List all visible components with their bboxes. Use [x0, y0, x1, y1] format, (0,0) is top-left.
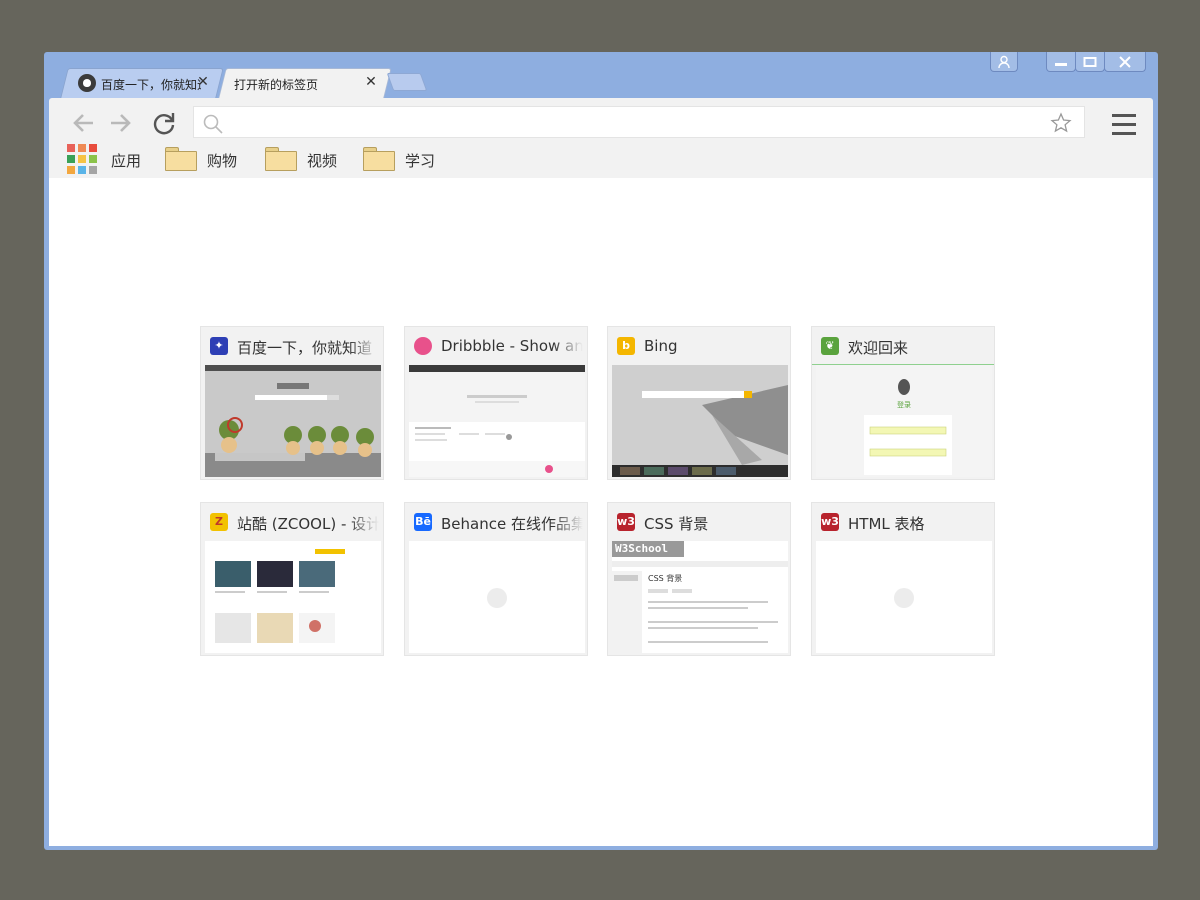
tile-html-table[interactable]: w3 HTML 表格: [811, 502, 995, 656]
hamburger-menu-icon: [1112, 114, 1136, 135]
bookmark-folder-video[interactable]: 视频: [265, 144, 355, 172]
login-link: 登录: [897, 401, 911, 409]
tile-thumbnail: [612, 365, 788, 477]
loading-dot: [487, 588, 507, 608]
tile-header: w3 HTML 表格: [812, 503, 994, 541]
new-tab-button[interactable]: [386, 73, 428, 91]
zcool-icon: Z: [210, 513, 228, 531]
tile-behance[interactable]: Bē Behance 在线作品集: [404, 502, 588, 656]
folder-icon: [165, 147, 197, 171]
address-input[interactable]: [228, 111, 1028, 133]
search-icon: [203, 114, 223, 134]
bing-thumbnail-image: [612, 365, 788, 477]
dribbble-icon: [414, 337, 432, 355]
w3school-icon: w3: [617, 513, 635, 531]
tile-dribbble[interactable]: Dribbble - Show and tell for designers: [404, 326, 588, 480]
address-bar[interactable]: [193, 106, 1085, 138]
tab-title: 打开新的标签页: [234, 78, 319, 92]
tile-header: Z 站酷 (ZCOOL) - 设计师互动平台: [201, 503, 383, 541]
tile-title: HTML 表格: [848, 513, 990, 533]
bookmark-label: 视频: [307, 152, 338, 170]
tile-header: ✦ 百度一下，你就知道: [201, 327, 383, 365]
tile-thumbnail: [816, 541, 992, 653]
w3school-logo: W3School: [615, 542, 668, 555]
browser-window: 百度一下，你就知道 ✕ 打开新的标签页 ✕ 应用 购物 视频 学习 ✦ 百度一下…: [44, 52, 1158, 850]
minimize-icon: [1055, 62, 1067, 66]
forward-button[interactable]: [105, 108, 135, 138]
tile-title: Dribbble - Show and tell for designers: [441, 337, 583, 357]
tile-title: CSS 背景: [644, 513, 786, 533]
folder-icon: [265, 147, 297, 171]
bing-icon: b: [617, 337, 635, 355]
most-visited-tiles: ✦ 百度一下，你就知道 Dribbble - Show an b Bing ❦ …: [200, 326, 1000, 666]
evernote-icon: ❦: [821, 337, 839, 355]
tab-close-icon[interactable]: ✕: [194, 72, 212, 92]
person-icon: [998, 55, 1010, 68]
arrow-right-icon: [111, 114, 131, 132]
dribbble-thumbnail-image: [409, 365, 585, 477]
bookmarks-bar: 应用 购物 视频 学习: [67, 144, 767, 174]
maximize-icon: [1083, 56, 1097, 67]
tab-new-tab[interactable]: 打开新的标签页 ✕: [218, 68, 392, 98]
tile-thumbnail: [205, 541, 381, 653]
tile-title: Bing: [644, 337, 786, 357]
reload-icon: [153, 113, 175, 135]
back-button[interactable]: [69, 108, 99, 138]
tile-title: 站酷 (ZCOOL) - 设计师互动平台: [237, 513, 379, 533]
minimize-button[interactable]: [1046, 52, 1076, 72]
folder-icon: [363, 147, 395, 171]
bookmark-label: 购物: [207, 152, 238, 170]
bookmark-label: 应用: [111, 152, 142, 170]
zcool-thumbnail-image: [205, 541, 381, 653]
tile-title: 欢迎回来: [848, 337, 990, 357]
new-tab-page: ✦ 百度一下，你就知道 Dribbble - Show an b Bing ❦ …: [49, 178, 1153, 846]
apps-grid-icon: [67, 144, 97, 174]
tile-header: ❦ 欢迎回来: [812, 327, 994, 365]
tile-thumbnail: 登录: [816, 365, 992, 477]
browser-toolbar: 应用 购物 视频 学习: [49, 98, 1153, 178]
w3school-icon: w3: [821, 513, 839, 531]
tile-header: w3 CSS 背景: [608, 503, 790, 541]
baidu-thumbnail-image: [205, 365, 381, 477]
tile-bing[interactable]: b Bing: [607, 326, 791, 480]
tile-header: b Bing: [608, 327, 790, 365]
bookmark-folder-shopping[interactable]: 购物: [165, 144, 255, 172]
star-icon[interactable]: [1050, 112, 1072, 134]
tile-title: Behance 在线作品集: [441, 513, 583, 533]
tab-baidu[interactable]: 百度一下，你就知道 ✕: [60, 68, 224, 98]
tab-title: 百度一下，你就知道: [101, 78, 201, 92]
loading-dot: [894, 588, 914, 608]
close-button[interactable]: [1104, 52, 1146, 72]
w3school-thumbnail-image: [612, 541, 788, 653]
tile-header: Dribbble - Show and tell for designers: [405, 327, 587, 365]
bookmark-label: 学习: [405, 152, 436, 170]
tile-thumbnail: [409, 365, 585, 477]
tile-title: 百度一下，你就知道: [237, 337, 379, 357]
page-heading: CSS 背景: [648, 574, 683, 583]
tile-thumbnail: [409, 541, 585, 653]
tile-thumbnail: [205, 365, 381, 477]
bookmark-apps[interactable]: 应用: [67, 144, 147, 174]
bookmark-folder-study[interactable]: 学习: [363, 144, 453, 172]
tab-close-icon[interactable]: ✕: [362, 72, 380, 92]
reload-button[interactable]: [149, 108, 179, 138]
tile-css-background[interactable]: w3 CSS 背景 W3School CSS 背景: [607, 502, 791, 656]
menu-button[interactable]: [1111, 112, 1137, 138]
profile-button[interactable]: [990, 52, 1018, 72]
tile-header: Bē Behance 在线作品集: [405, 503, 587, 541]
tile-evernote[interactable]: ❦ 欢迎回来 登录: [811, 326, 995, 480]
baidu-paw-icon: ✦: [210, 337, 228, 355]
behance-icon: Bē: [414, 513, 432, 531]
baidu-paw-icon: [78, 74, 96, 92]
arrow-left-icon: [73, 114, 93, 132]
close-icon: [1119, 55, 1131, 68]
tile-baidu[interactable]: ✦ 百度一下，你就知道: [200, 326, 384, 480]
tile-zcool[interactable]: Z 站酷 (ZCOOL) - 设计师互动平台: [200, 502, 384, 656]
tab-strip: 百度一下，你就知道 ✕ 打开新的标签页 ✕: [44, 52, 1158, 98]
tile-thumbnail: W3School CSS 背景: [612, 541, 788, 653]
evernote-thumbnail-image: [816, 365, 992, 477]
maximize-button[interactable]: [1075, 52, 1105, 72]
